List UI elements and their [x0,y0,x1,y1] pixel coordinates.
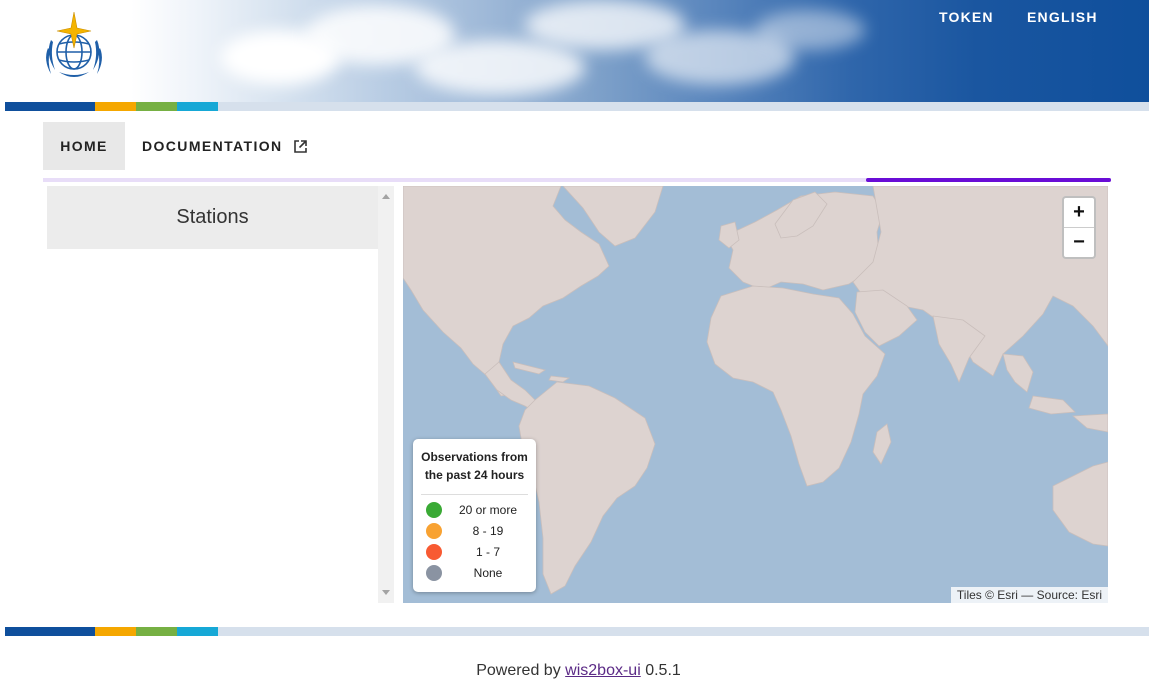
wmo-emblem-icon[interactable] [39,10,109,85]
tab-indicator [866,178,1111,182]
landmass [403,186,610,397]
legend-label: 1 - 7 [475,544,500,559]
stations-panel: Stations [47,186,394,603]
legend-item: None [413,562,536,583]
legend-title-line1: Observations from [421,450,528,464]
landmass [1071,413,1108,433]
footer-version: 0.5.1 [645,662,681,679]
legend-item: 8 - 19 [413,520,536,541]
legend-title: Observations from the past 24 hours [413,448,536,484]
stations-title: Stations [47,186,378,249]
token-link[interactable]: TOKEN [939,9,994,25]
cloud-decoration [415,40,585,95]
tab-documentation-label: DOCUMENTATION [142,138,283,154]
map-attribution: Tiles © Esri — Source: Esri [950,587,1108,603]
legend-divider [421,494,528,495]
landmass [1028,395,1076,415]
tab-documentation[interactable]: DOCUMENTATION [142,122,308,170]
landmass [518,381,656,595]
landmass [872,423,892,465]
landmass [1002,353,1034,393]
landmass [512,361,546,375]
legend-title-line2: the past 24 hours [424,468,525,482]
landmass [548,375,571,383]
legend-dot-gray [426,564,442,581]
legend-dot-green [426,501,442,518]
zoom-in-button[interactable]: + [1064,198,1094,227]
wis2box-ui-link[interactable]: wis2box-ui [565,662,641,679]
language-selector[interactable]: ENGLISH [1027,9,1098,25]
zoom-out-button[interactable]: − [1064,227,1094,257]
legend-item: 20 or more [413,499,536,520]
scroll-down-arrow-icon[interactable] [382,590,390,595]
footer: Powered by wis2box-ui 0.5.1 [0,662,1157,680]
legend-dot-orange [426,522,442,539]
landmass [1052,461,1108,547]
color-stripe [5,627,1149,636]
legend-label: None [473,565,503,580]
scroll-up-arrow-icon[interactable] [382,194,390,199]
map[interactable]: + − Observations from the past 24 hours … [403,186,1108,603]
tab-home[interactable]: HOME [43,122,125,170]
legend-item: 1 - 7 [413,541,536,562]
legend-label: 8 - 19 [472,523,504,538]
stations-scrollbar[interactable] [378,186,394,603]
cloud-decoration [755,10,865,50]
footer-prefix: Powered by [476,662,561,679]
tab-home-label: HOME [60,138,108,154]
color-stripe [5,102,1149,111]
zoom-control: + − [1062,196,1096,259]
legend-dot-red [426,543,442,560]
header-banner: TOKEN ENGLISH [5,0,1149,102]
map-legend: Observations from the past 24 hours 20 o… [413,439,536,592]
legend-label: 20 or more [458,502,518,517]
open-in-new-icon [293,139,307,153]
